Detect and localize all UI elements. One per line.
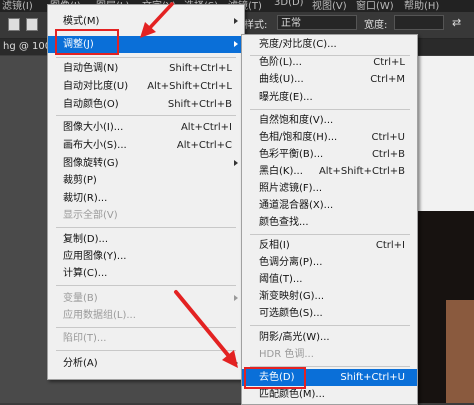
image-menu-item-rotation[interactable]: 图像旋转(G)	[48, 155, 244, 172]
adjustments-submenu: 亮度/对比度(C)... 色阶(L)... Ctrl+L 曲线(U)... Ctrl…	[241, 34, 418, 405]
image-menu-item-apply-image[interactable]: 应用图像(Y)...	[48, 248, 244, 265]
image-menu-item-crop[interactable]: 裁剪(P)	[48, 172, 244, 189]
image-menu-item-calculations[interactable]: 计算(C)...	[48, 265, 244, 282]
menu-separator	[56, 327, 236, 328]
menu-separator	[250, 234, 410, 235]
image-menu-item-auto-color[interactable]: 自动颜色(O) Shift+Ctrl+B	[48, 96, 244, 113]
adjust-item-hdr-toning: HDR 色调...	[259, 349, 314, 360]
adjust-item-hue-saturation[interactable]: 色相/饱和度(H)... Ctrl+U	[242, 129, 417, 146]
submenu-arrow-icon	[234, 160, 238, 166]
width-input[interactable]	[394, 15, 444, 30]
photo-background	[418, 56, 474, 211]
image-menu-item-mode[interactable]: 模式(M)	[48, 13, 244, 30]
menubar-item-filter-left[interactable]: 滤镜(I)	[2, 0, 33, 12]
adjust-item-curves[interactable]: 曲线(U)... Ctrl+M	[242, 71, 417, 88]
image-menu-item-image-size[interactable]: 图像大小(I)... Alt+Ctrl+I	[48, 119, 244, 136]
adjust-item-selective-color[interactable]: 可选颜色(S)...	[242, 305, 417, 322]
add-selection-icon[interactable]	[26, 18, 38, 31]
menubar-item-3d[interactable]: 3D(D)	[274, 0, 304, 8]
submenu-arrow-icon	[234, 18, 238, 24]
adjust-item-photo-filter[interactable]: 照片滤镜(F)...	[242, 180, 417, 197]
style-label: 样式:	[244, 20, 268, 31]
adjust-item-shadows-highlights[interactable]: 阴影/高光(W)...	[242, 329, 417, 346]
menubar-item-view[interactable]: 视图(V)	[312, 0, 347, 12]
image-menu-item-apply-data-set: 应用数据组(L)...	[63, 310, 136, 321]
menu-separator	[250, 109, 410, 110]
submenu-arrow-icon	[234, 41, 238, 47]
menu-separator	[56, 227, 236, 228]
swap-icon[interactable]: ⇄	[452, 16, 461, 29]
submenu-arrow-icon	[234, 295, 238, 301]
menu-separator	[56, 350, 236, 351]
menubar-item-help[interactable]: 帮助(H)	[404, 0, 439, 12]
adjust-item-color-lookup[interactable]: 颜色查找...	[242, 214, 417, 231]
image-menu-item-trap: 陷印(T)...	[63, 333, 107, 344]
image-menu-item-auto-contrast[interactable]: 自动对比度(U) Alt+Shift+Ctrl+L	[48, 78, 244, 95]
menu-separator	[56, 285, 236, 286]
annotation-box-adjust	[55, 29, 119, 55]
image-menu-item-duplicate[interactable]: 复制(D)...	[48, 231, 244, 248]
menu-separator	[56, 57, 236, 58]
adjust-item-channel-mixer[interactable]: 通道混合器(X)...	[242, 197, 417, 214]
selection-mode-icon[interactable]	[8, 18, 20, 31]
width-label: 宽度:	[364, 20, 388, 31]
style-select[interactable]: 正常	[277, 15, 357, 30]
adjust-item-levels[interactable]: 色阶(L)... Ctrl+L	[242, 54, 417, 71]
image-menu-item-auto-tone[interactable]: 自动色调(N) Shift+Ctrl+L	[48, 60, 244, 77]
adjust-item-brightness-contrast[interactable]: 亮度/对比度(C)...	[242, 36, 417, 53]
submenu-arrow-icon	[234, 360, 238, 366]
adjust-item-exposure[interactable]: 曝光度(E)...	[242, 89, 417, 106]
adjust-item-invert[interactable]: 反相(I) Ctrl+I	[242, 237, 417, 254]
image-menu-item-variables: 变量(B)	[48, 290, 244, 307]
adjust-item-vibrance[interactable]: 自然饱和度(V)...	[242, 112, 417, 129]
adjust-item-posterize[interactable]: 色调分离(P)...	[242, 254, 417, 271]
adjust-item-gradient-map[interactable]: 渐变映射(G)...	[242, 288, 417, 305]
image-menu-item-trim[interactable]: 裁切(R)...	[48, 190, 244, 207]
image-menu-item-analysis[interactable]: 分析(A)	[48, 355, 244, 372]
menu-separator	[56, 115, 236, 116]
menu-separator	[250, 325, 410, 326]
photo-skin	[446, 300, 474, 403]
adjust-item-color-balance[interactable]: 色彩平衡(B)... Ctrl+B	[242, 146, 417, 163]
annotation-box-desaturate	[244, 367, 306, 389]
image-menu-item-canvas-size[interactable]: 画布大小(S)... Alt+Ctrl+C	[48, 137, 244, 154]
adjust-item-black-white[interactable]: 黑白(K)... Alt+Shift+Ctrl+B	[242, 163, 417, 180]
adjust-item-threshold[interactable]: 阈值(T)...	[242, 271, 417, 288]
menubar-item-window[interactable]: 窗口(W)	[356, 0, 394, 12]
image-menu: 模式(M) 调整(J) 自动色调(N) Shift+Ctrl+L 自动对比度(U)…	[47, 4, 245, 380]
image-menu-item-reveal-all: 显示全部(V)	[63, 210, 118, 221]
